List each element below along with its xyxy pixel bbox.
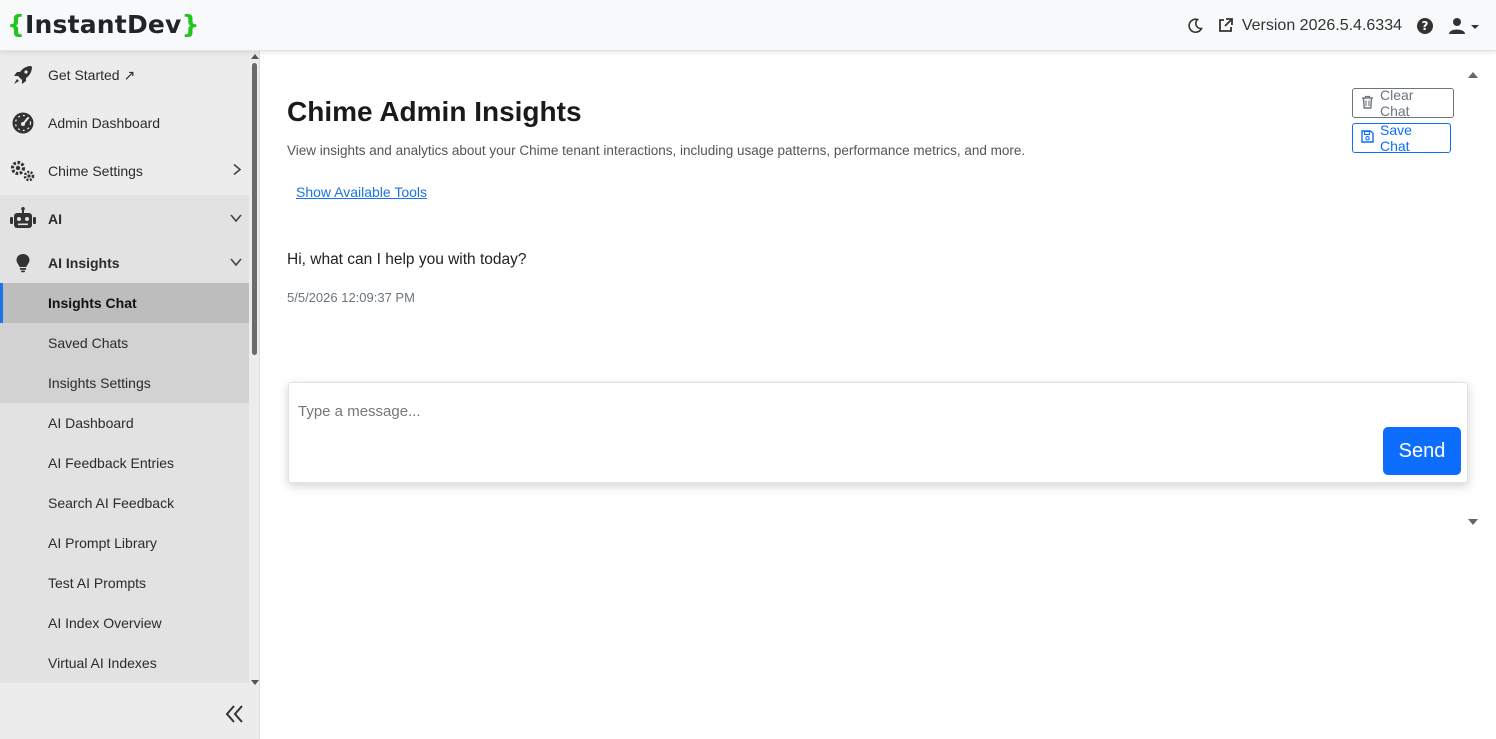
- chevron-right-icon: [231, 163, 243, 180]
- top-navbar: {InstantDev} Version 2026.5.4.6334 ?: [0, 0, 1496, 51]
- gauge-icon: [9, 111, 37, 135]
- sidebar-item-label: Get Started ↗: [48, 66, 136, 83]
- assistant-message: Hi, what can I help you with today?: [287, 251, 527, 268]
- page-description: View insights and analytics about your C…: [287, 143, 1026, 158]
- sidebar-item-ai-dashboard[interactable]: AI Dashboard: [0, 403, 249, 443]
- sidebar-item-ai-index-overview[interactable]: AI Index Overview: [0, 603, 249, 643]
- sidebar-item-label: AI Feedback Entries: [48, 455, 175, 471]
- sidebar-item-ai-insights[interactable]: AI Insights: [0, 243, 249, 283]
- sidebar-item-label: Chime Settings: [48, 163, 143, 179]
- send-button[interactable]: Send: [1383, 427, 1461, 475]
- sidebar-scrollbar[interactable]: [250, 51, 259, 688]
- lightbulb-icon: [9, 253, 37, 273]
- app-logo[interactable]: {InstantDev}: [7, 10, 200, 39]
- sidebar-item-label: Test AI Prompts: [48, 575, 147, 591]
- message-timestamp: 5/5/2026 12:09:37 PM: [287, 290, 415, 305]
- scroll-down-arrow-icon[interactable]: [251, 680, 259, 685]
- sidebar-item-label: AI Index Overview: [48, 615, 162, 631]
- scroll-up-arrow-icon[interactable]: [251, 54, 259, 59]
- gears-icon: [9, 159, 37, 183]
- sidebar-item-label: Insights Chat: [48, 295, 137, 311]
- clear-chat-label: Clear Chat: [1380, 87, 1414, 119]
- main-scroll-down-icon[interactable]: [1468, 519, 1478, 525]
- sidebar-item-admin-dashboard[interactable]: Admin Dashboard: [0, 99, 249, 147]
- sidebar: Get Started ↗ Admin Dashboard Chime Sett…: [0, 51, 260, 739]
- sidebar-item-ai[interactable]: AI: [0, 195, 249, 243]
- dark-mode-moon-icon[interactable]: [1187, 17, 1203, 34]
- message-composer: Send: [288, 382, 1468, 483]
- sidebar-item-label: Saved Chats: [48, 335, 129, 351]
- clear-chat-button[interactable]: Clear Chat: [1352, 87, 1454, 119]
- collapse-sidebar-button[interactable]: [224, 703, 246, 730]
- sidebar-item-label: AI Insights: [48, 255, 120, 271]
- version-link[interactable]: Version 2026.5.4.6334: [1217, 17, 1402, 35]
- logo-open-brace: {: [7, 10, 25, 39]
- message-input[interactable]: [298, 396, 1378, 426]
- sidebar-item-chime-settings[interactable]: Chime Settings: [0, 147, 249, 195]
- sidebar-item-ai-prompt-library[interactable]: AI Prompt Library: [0, 523, 249, 563]
- sidebar-item-insights-chat[interactable]: Insights Chat: [0, 283, 249, 323]
- sidebar-item-label: AI: [48, 211, 62, 227]
- show-available-tools-link[interactable]: Show Available Tools: [296, 184, 427, 200]
- svg-text:?: ?: [1422, 19, 1429, 33]
- double-chevron-left-icon: [225, 705, 243, 723]
- scrollbar-thumb[interactable]: [252, 63, 257, 355]
- version-text: Version 2026.5.4.6334: [1241, 16, 1402, 34]
- sidebar-item-label: AI Dashboard: [48, 415, 134, 431]
- sidebar-item-label: Admin Dashboard: [48, 115, 161, 131]
- sidebar-item-ai-feedback-entries[interactable]: AI Feedback Entries: [0, 443, 249, 483]
- sidebar-item-label: Search AI Feedback: [48, 495, 175, 511]
- sidebar-item-label: Insights Settings: [48, 375, 151, 391]
- logo-name: InstantDev: [25, 10, 182, 39]
- logo-close-brace: }: [181, 10, 200, 39]
- sidebar-item-search-ai-feedback[interactable]: Search AI Feedback: [0, 483, 249, 523]
- help-icon[interactable]: ?: [1416, 17, 1434, 35]
- main-scroll-up-icon[interactable]: [1468, 72, 1478, 78]
- save-chat-label: Save Chat: [1380, 122, 1412, 154]
- sidebar-nav: Get Started ↗ Admin Dashboard Chime Sett…: [0, 51, 249, 688]
- sidebar-item-virtual-ai-indexes[interactable]: Virtual AI Indexes: [0, 643, 249, 683]
- user-menu-button[interactable]: [1448, 17, 1480, 35]
- rocket-icon: [9, 63, 37, 87]
- trash-icon: [1361, 95, 1374, 112]
- chevron-down-icon: [229, 255, 243, 271]
- robot-icon: [9, 207, 37, 231]
- sidebar-item-label: AI Prompt Library: [48, 535, 157, 551]
- sidebar-item-label: Virtual AI Indexes: [48, 655, 157, 671]
- floppy-disk-icon: [1361, 130, 1374, 146]
- external-link-icon: [1217, 17, 1234, 34]
- sidebar-item-insights-settings[interactable]: Insights Settings: [0, 363, 249, 403]
- sidebar-item-get-started[interactable]: Get Started ↗: [0, 51, 249, 99]
- page-title: Chime Admin Insights: [287, 96, 582, 127]
- sidebar-item-test-ai-prompts[interactable]: Test AI Prompts: [0, 563, 249, 603]
- save-chat-button[interactable]: Save Chat: [1352, 122, 1451, 154]
- chevron-down-icon: [229, 211, 243, 227]
- sidebar-item-saved-chats[interactable]: Saved Chats: [0, 323, 249, 363]
